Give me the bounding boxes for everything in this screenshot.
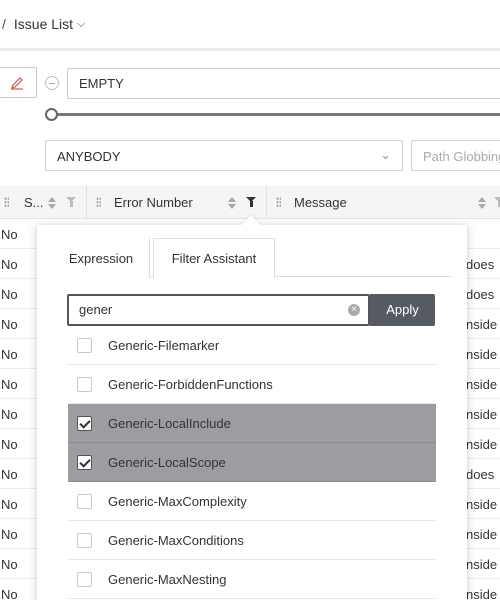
filter-option-label: Generic-MaxNesting — [108, 572, 227, 587]
checkbox[interactable] — [77, 455, 92, 470]
filter-option[interactable]: Generic-LocalScope — [68, 443, 436, 482]
message-cell: nside — [466, 347, 498, 362]
filter-option-label: Generic-LocalInclude — [108, 416, 231, 431]
filter-popup: Expression Filter Assistant gener × Appl… — [37, 225, 467, 600]
drag-handle-icon[interactable] — [96, 197, 101, 208]
message-cell: nside — [466, 557, 498, 572]
filter-option-label: Generic-Filemarker — [108, 338, 220, 353]
filter-option[interactable]: Generic-MaxConditions — [68, 521, 436, 560]
status-cell: No — [1, 287, 18, 302]
filter-expression-field[interactable]: EMPTY — [67, 68, 500, 99]
exclude-toggle-icon[interactable] — [45, 76, 59, 90]
popup-tabs: Expression Filter Assistant — [52, 238, 452, 278]
status-cell: No — [1, 317, 18, 332]
status-cell: No — [1, 497, 18, 512]
message-cell: nside — [466, 527, 498, 542]
filter-icon[interactable] — [246, 197, 256, 207]
message-cell: does — [466, 287, 495, 302]
status-cell: No — [1, 377, 18, 392]
status-cell: No — [1, 227, 18, 242]
pencil-icon — [10, 76, 23, 90]
sort-icon[interactable] — [478, 196, 486, 210]
breadcrumb-separator: / — [2, 16, 6, 32]
table-header: S... Error Number Message — [0, 186, 500, 219]
assignee-select-value: ANYBODY — [57, 149, 121, 164]
sort-icon[interactable] — [228, 196, 236, 210]
slider-track[interactable] — [52, 113, 500, 116]
checkbox[interactable] — [77, 533, 92, 548]
column-separator[interactable] — [266, 186, 267, 219]
filter-option-label: Generic-ForbiddenFunctions — [108, 377, 273, 392]
status-cell: No — [1, 467, 18, 482]
filter-icon[interactable] — [494, 197, 500, 207]
tab-expression[interactable]: Expression — [52, 238, 150, 278]
status-cell: No — [1, 437, 18, 452]
column-separator[interactable] — [86, 186, 87, 219]
filter-option[interactable]: Generic-LocalInclude — [68, 404, 436, 443]
filter-search-input[interactable]: gener × — [67, 294, 370, 326]
edit-expression-button[interactable] — [0, 67, 37, 98]
message-cell: nside — [466, 407, 498, 422]
status-cell: No — [1, 587, 18, 600]
checkbox[interactable] — [77, 494, 92, 509]
message-cell: nside — [466, 317, 498, 332]
checkbox[interactable] — [77, 572, 92, 587]
drag-handle-icon[interactable] — [276, 197, 281, 208]
breadcrumb-current[interactable]: Issue List — [14, 16, 73, 32]
sort-icon[interactable] — [48, 196, 56, 210]
filter-icon[interactable] — [66, 197, 76, 207]
checkbox[interactable] — [77, 377, 92, 392]
message-cell: nside — [466, 497, 498, 512]
chevron-down-icon[interactable]: ⌵ — [77, 18, 85, 31]
chevron-down-icon: ⌄ — [380, 147, 391, 162]
column-header-error-number[interactable]: Error Number — [114, 186, 193, 219]
clear-icon[interactable]: × — [348, 304, 360, 316]
message-cell: does — [466, 467, 495, 482]
status-cell: No — [1, 527, 18, 542]
status-cell: No — [1, 347, 18, 362]
filter-option-label: Generic-LocalScope — [108, 455, 226, 470]
tab-filter-assistant[interactable]: Filter Assistant — [153, 238, 275, 278]
column-header-message[interactable]: Message — [294, 186, 347, 219]
message-cell: nside — [466, 377, 498, 392]
filter-option-label: Generic-MaxComplexity — [108, 494, 247, 509]
path-globbing-input[interactable]: Path Globbing — [411, 140, 500, 171]
status-cell: No — [1, 257, 18, 272]
message-cell: nside — [466, 587, 498, 600]
status-cell: No — [1, 557, 18, 572]
message-cell: does — [466, 257, 495, 272]
apply-button[interactable]: Apply — [370, 294, 435, 326]
checkbox[interactable] — [77, 416, 92, 431]
column-header-status[interactable]: S... — [24, 186, 44, 219]
assignee-select[interactable]: ANYBODY ⌄ — [45, 140, 403, 171]
header-divider — [0, 48, 500, 51]
message-cell: nside — [466, 437, 498, 452]
filter-option[interactable]: Generic-ForbiddenFunctions — [68, 365, 436, 404]
filter-option-label: Generic-MaxConditions — [108, 533, 244, 548]
slider-handle[interactable] — [45, 108, 58, 121]
drag-handle-icon[interactable] — [4, 197, 9, 208]
filter-option[interactable]: Generic-MaxNesting — [68, 560, 436, 599]
filter-option[interactable]: Generic-Filemarker — [68, 326, 436, 365]
breadcrumb: / Issue List ⌵ — [0, 0, 500, 48]
filter-search-value: gener — [79, 302, 113, 317]
status-cell: No — [1, 407, 18, 422]
filter-option[interactable]: Generic-MaxComplexity — [68, 482, 436, 521]
checkbox[interactable] — [77, 338, 92, 353]
